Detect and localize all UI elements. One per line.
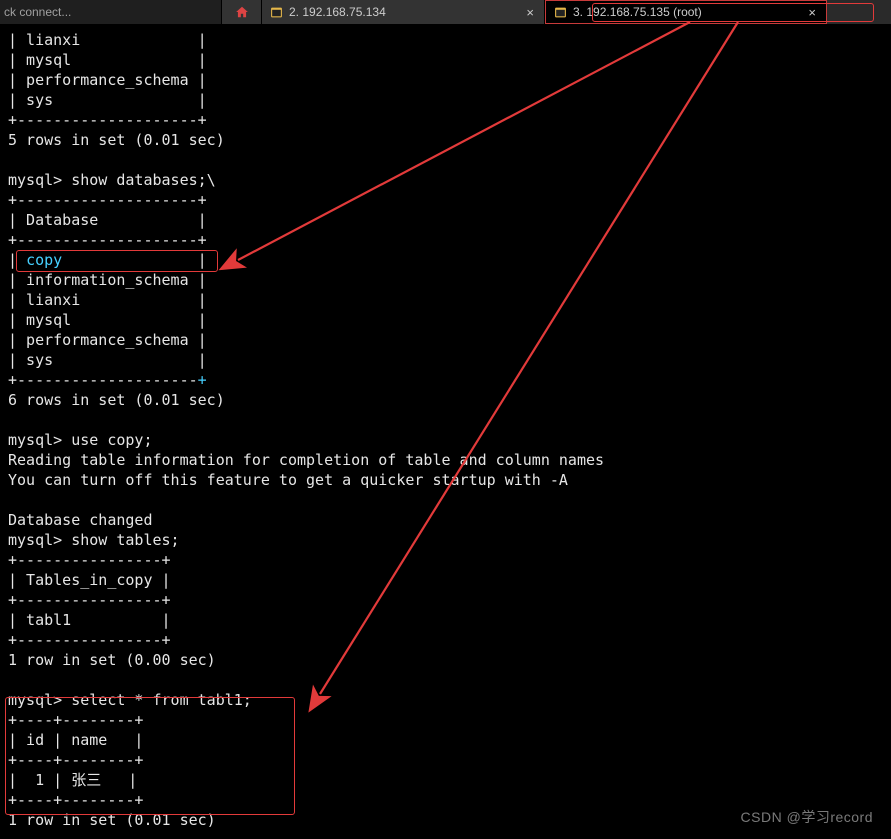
quick-connect-text: ck connect... [4, 5, 71, 19]
terminal-line: | copy | [8, 251, 207, 269]
tab-bar: ck connect... 2. 192.168.75.134 × 3. 192… [0, 0, 891, 24]
terminal-line: +----------------+ [8, 551, 171, 569]
terminal-line: 5 rows in set (0.01 sec) [8, 131, 225, 149]
terminal-line: mysql> select * from tabl1; [8, 691, 252, 709]
close-icon[interactable]: × [806, 6, 818, 19]
terminal-output[interactable]: | lianxi | | mysql | | performance_schem… [0, 24, 891, 839]
terminal-line: | Tables_in_copy | [8, 571, 171, 589]
terminal-line: mysql> show databases;\ [8, 171, 216, 189]
terminal-line: | lianxi | [8, 291, 207, 309]
terminal-line: You can turn off this feature to get a q… [8, 471, 568, 489]
terminal-line: | Database | [8, 211, 207, 229]
terminal-line: Reading table information for completion… [8, 451, 604, 469]
terminal-line: 1 row in set (0.01 sec) [8, 811, 216, 829]
terminal-line: +----------------+ [8, 591, 171, 609]
terminal-icon [270, 6, 283, 19]
terminal-line: +----------------+ [8, 631, 171, 649]
terminal-line: | performance_schema | [8, 331, 207, 349]
terminal-line: | tabl1 | [8, 611, 171, 629]
terminal-line: mysql> show tables; [8, 531, 180, 549]
terminal-line: 1 row in set (0.00 sec) [8, 651, 216, 669]
terminal-line: | id | name | [8, 731, 143, 749]
quick-connect-hint[interactable]: ck connect... [0, 0, 222, 24]
home-tab[interactable] [222, 0, 262, 24]
terminal-line: +--------------------+ [8, 371, 207, 389]
terminal-line: | sys | [8, 351, 207, 369]
terminal-line: | mysql | [8, 311, 207, 329]
terminal-line: +--------------------+ [8, 191, 207, 209]
terminal-line: +--------------------+ [8, 231, 207, 249]
terminal-line: +--------------------+ [8, 111, 207, 129]
terminal-line: | mysql | [8, 51, 207, 69]
terminal-line: mysql> use copy; [8, 431, 153, 449]
terminal-line: +----+--------+ [8, 711, 143, 729]
terminal-line: | 1 | 张三 | [8, 771, 137, 789]
terminal-line: | information_schema | [8, 271, 207, 289]
terminal-line: +----+--------+ [8, 791, 143, 809]
terminal-line: | lianxi | [8, 31, 207, 49]
close-icon[interactable]: × [524, 6, 536, 19]
db-copy-highlight: copy [26, 251, 62, 269]
tab-2-label: 2. 192.168.75.134 [289, 5, 518, 19]
watermark: CSDN @学习record [741, 807, 873, 827]
terminal-line: 6 rows in set (0.01 sec) [8, 391, 225, 409]
terminal-icon [554, 6, 567, 19]
terminal-line: Database changed [8, 511, 153, 529]
terminal-line: +----+--------+ [8, 751, 143, 769]
terminal-line: | performance_schema | [8, 71, 207, 89]
tab-3-active[interactable]: 3. 192.168.75.135 (root) × [545, 0, 827, 24]
tab-2[interactable]: 2. 192.168.75.134 × [262, 0, 545, 24]
terminal-line: | sys | [8, 91, 207, 109]
tab-3-label: 3. 192.168.75.135 (root) [573, 5, 800, 19]
home-icon [235, 5, 249, 19]
